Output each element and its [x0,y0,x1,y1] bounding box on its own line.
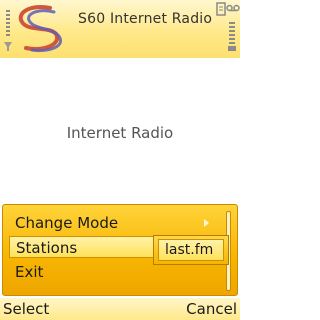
chevron-right-icon [204,219,209,227]
voicemail-icon [226,4,240,12]
menu-item-change-mode[interactable]: Change Mode [9,212,219,234]
left-softkey[interactable]: Select [3,300,49,318]
menu-item-label: Stations [16,239,78,257]
message-icon [216,2,226,16]
menu-item-label: Change Mode [15,214,119,232]
submenu: last.fm [153,235,229,265]
app-logo-icon [18,5,63,52]
right-softkey[interactable]: Cancel [186,300,237,318]
battery-icon [228,22,236,51]
menu-item-label: Exit [15,263,44,281]
submenu-item-lastfm[interactable]: last.fm [158,239,224,261]
softkey-bar: Select Cancel [0,298,240,320]
status-bar: S60 Internet Radio [0,0,240,58]
main-heading: Internet Radio [66,124,174,142]
app-title: S60 Internet Radio [78,11,213,27]
